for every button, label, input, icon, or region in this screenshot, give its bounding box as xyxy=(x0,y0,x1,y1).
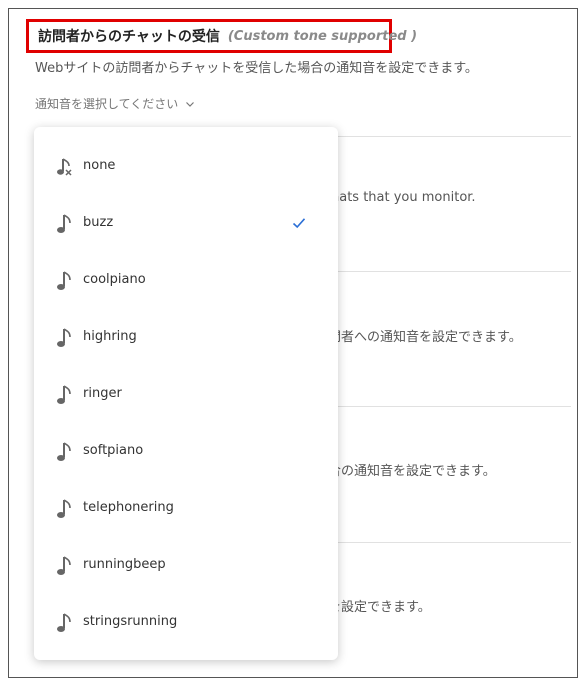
checkmark-icon xyxy=(292,217,306,228)
tone-option-label: highring xyxy=(83,329,137,344)
tone-option-stringsrunning[interactable]: stringsrunning xyxy=(34,593,338,650)
highlight-box: 訪問者からのチャットの受信 (Custom tone supported ) xyxy=(26,19,417,53)
tone-option-label: stringsrunning xyxy=(83,614,178,629)
music-note-icon xyxy=(57,385,71,404)
section-title: 訪問者からのチャットの受信 xyxy=(38,29,220,45)
settings-panel: 訪問者からのチャットの受信 (Custom tone supported ) W… xyxy=(8,8,578,678)
tone-option-softpiano[interactable]: softpiano xyxy=(34,422,338,479)
tone-option-buzz[interactable]: buzz xyxy=(34,194,338,251)
custom-tone-note: (Custom tone supported ) xyxy=(227,28,418,44)
music-note-icon xyxy=(57,556,71,575)
tone-option-none[interactable]: none xyxy=(34,137,338,194)
tone-option-label: softpiano xyxy=(83,443,144,458)
tone-select-placeholder: 通知音を選択してください xyxy=(35,97,179,111)
music-note-icon xyxy=(57,442,71,461)
music-note-icon xyxy=(57,214,71,233)
chevron-down-icon xyxy=(186,101,195,107)
music-note-icon xyxy=(57,613,71,632)
tone-option-label: telephonering xyxy=(83,500,174,515)
settings-row-description: hats that you monitor. xyxy=(331,190,476,205)
tone-option-telephonering[interactable]: telephonering xyxy=(34,479,338,536)
tone-option-ringer[interactable]: ringer xyxy=(34,365,338,422)
music-note-icon xyxy=(57,499,71,518)
music-note-icon xyxy=(57,271,71,290)
section-description: Webサイトの訪問者からチャットを受信した場合の通知音を設定できます。 xyxy=(35,61,478,76)
tone-option-label: buzz xyxy=(83,215,114,230)
tone-option-label: coolpiano xyxy=(83,272,146,287)
music-note-icon xyxy=(57,328,71,347)
tone-option-label: none xyxy=(83,158,116,173)
tone-option-label: ringer xyxy=(83,386,122,401)
tone-select-trigger[interactable]: 通知音を選択してください xyxy=(35,95,195,112)
settings-row-description: 合の通知音を設定できます。 xyxy=(328,464,496,479)
settings-row-description: 問者への通知音を設定できます。 xyxy=(328,330,522,345)
tone-option-label: runningbeep xyxy=(83,557,166,572)
tone-option-runningbeep[interactable]: runningbeep xyxy=(34,536,338,593)
tone-option-coolpiano[interactable]: coolpiano xyxy=(34,251,338,308)
tone-option-highring[interactable]: highring xyxy=(34,308,338,365)
tone-dropdown-menu: none buzz coolpiano highring ringer soft… xyxy=(34,127,338,660)
muted-note-icon xyxy=(57,158,72,176)
settings-row-description: を設定できます。 xyxy=(328,600,431,615)
